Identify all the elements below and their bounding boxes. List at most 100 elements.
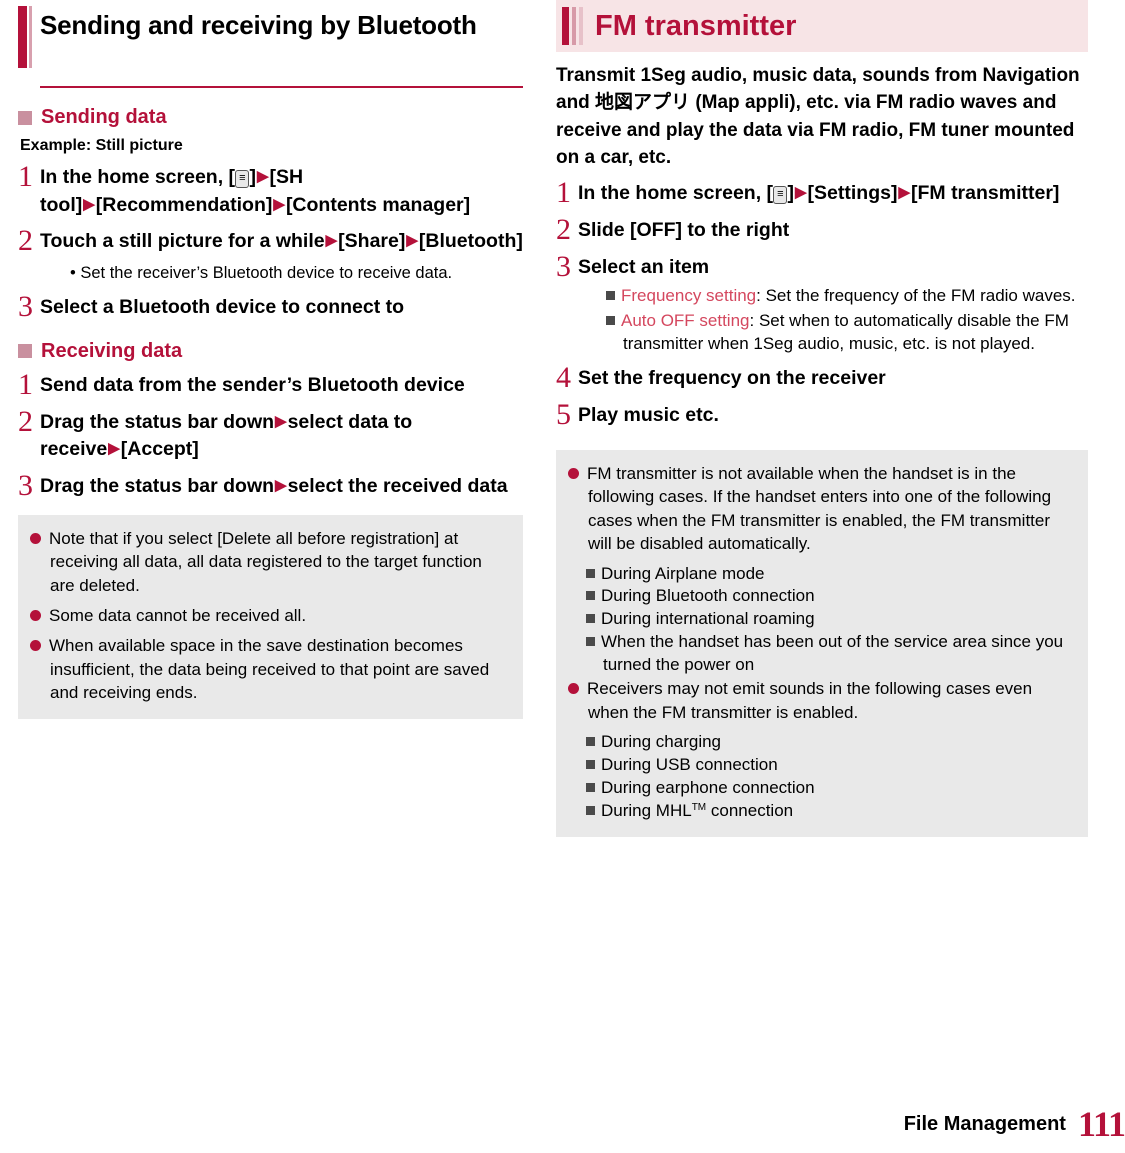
section-marker-icon xyxy=(18,344,32,359)
section-heading-label: Sending data xyxy=(41,106,167,128)
manual-page: Sending and receiving by Bluetooth Sendi… xyxy=(0,0,1125,1153)
arrow-icon: ▶ xyxy=(108,440,120,458)
step-item: 2 Touch a still picture for a while▶[Shar… xyxy=(18,226,523,285)
arrow-icon: ▶ xyxy=(273,195,285,213)
step-item: 3 Select an item Frequency setting: Set th… xyxy=(556,249,1088,357)
note-subitem: During charging xyxy=(586,731,1074,754)
section-heading-sending-data: Sending data xyxy=(18,106,523,129)
bullet-dot-icon xyxy=(568,467,579,479)
step-subitem: Auto OFF setting: Set when to automatica… xyxy=(606,310,1088,356)
subitem-marker-icon xyxy=(586,637,595,647)
chapter-bar-secondary xyxy=(29,6,32,68)
step-text: Slide [OFF] to the right xyxy=(578,219,790,242)
note-subitem: When the handset has been out of the ser… xyxy=(586,631,1074,677)
subitem-marker-icon xyxy=(606,316,615,326)
subitem-marker-icon xyxy=(586,782,595,792)
note-item: Some data cannot be received all. xyxy=(30,604,509,627)
step-item: 1 Send data from the sender’s Bluetooth d… xyxy=(18,367,523,401)
step-text: Drag the status bar down▶select data to … xyxy=(40,410,413,461)
subitem-marker-icon xyxy=(586,614,595,624)
step-item: 4 Set the frequency on the receiver xyxy=(556,361,1088,395)
step-subitem: Frequency setting: Set the frequency of … xyxy=(606,285,1088,308)
step-number: 3 xyxy=(556,249,571,283)
page-number: 111 xyxy=(1077,1104,1125,1144)
step-text: Touch a still picture for a while▶[Share… xyxy=(40,230,523,253)
step-item: 3 Select a Bluetooth device to connect to xyxy=(18,290,523,324)
banner-title: FM transmitter xyxy=(595,9,797,42)
arrow-icon: ▶ xyxy=(256,168,269,185)
subitem-marker-icon xyxy=(586,568,595,578)
section-marker-icon xyxy=(18,110,32,125)
note-subitem: During Airplane mode xyxy=(586,563,1074,586)
subitem-term: Frequency setting xyxy=(621,285,757,305)
step-text: Select a Bluetooth device to connect to xyxy=(40,296,405,319)
note-subitem: During international roaming xyxy=(586,608,1074,631)
step-text: Send data from the sender’s Bluetooth de… xyxy=(40,373,465,396)
step-number: 1 xyxy=(18,367,33,401)
step-text: Drag the status bar down▶select the rece… xyxy=(40,474,508,497)
banner-bar-1 xyxy=(562,7,569,45)
notes-box-right: FM transmitter is not available when the… xyxy=(556,449,1088,837)
arrow-icon: ▶ xyxy=(83,195,95,213)
step-number: 1 xyxy=(556,176,571,210)
step-item: 1 In the home screen, [≡]▶[SH tool]▶[Reco… xyxy=(18,160,523,219)
subitem-marker-icon xyxy=(606,290,615,300)
left-column: Sending and receiving by Bluetooth Sendi… xyxy=(18,0,523,719)
step-bullet: • Set the receiver’s Bluetooth device to… xyxy=(70,264,453,283)
note-subitem: During MHLTM connection xyxy=(586,800,1074,823)
arrow-icon: ▶ xyxy=(275,412,287,430)
arrow-icon: ▶ xyxy=(406,232,418,250)
note-item: When available space in the save destina… xyxy=(30,634,509,704)
step-item: 3 Drag the status bar down▶select the rec… xyxy=(18,468,523,502)
note-subitem: During earphone connection xyxy=(586,777,1074,800)
note-subitem: During USB connection xyxy=(586,754,1074,777)
note-item: Receivers may not emit sounds in the fol… xyxy=(568,677,1074,724)
step-number: 5 xyxy=(556,398,571,431)
step-text: In the home screen, [≡]▶[Settings]▶[FM t… xyxy=(578,182,1060,205)
subitem-marker-icon xyxy=(586,805,595,815)
arrow-icon: ▶ xyxy=(898,184,910,202)
banner-bar-2 xyxy=(572,7,576,45)
step-item: 2 Drag the status bar down▶select data to… xyxy=(18,404,523,464)
bullet-dot-icon xyxy=(568,683,579,695)
note-item: FM transmitter is not available when the… xyxy=(568,462,1074,556)
steps-receiving-data: 1 Send data from the sender’s Bluetooth d… xyxy=(18,367,523,502)
step-number: 1 xyxy=(18,160,33,193)
bullet-dot-icon xyxy=(30,640,41,652)
trademark-symbol: TM xyxy=(691,801,707,813)
arrow-icon: ▶ xyxy=(275,476,287,494)
fm-transmitter-intro: Transmit 1Seg audio, music data, sounds … xyxy=(556,65,1080,169)
chapter-title-block: Sending and receiving by Bluetooth xyxy=(18,0,523,80)
subitem-marker-icon xyxy=(586,760,595,770)
menu-key-icon: ≡ xyxy=(235,170,250,188)
step-item: 1 In the home screen, [≡]▶[Settings]▶[FM … xyxy=(556,176,1088,210)
chapter-bar-primary xyxy=(18,6,27,68)
banner-bar-3 xyxy=(579,7,583,45)
section-heading-receiving-data: Receiving data xyxy=(18,340,523,363)
step-item: 5 Play music etc. xyxy=(556,398,1088,431)
right-column: FM transmitter Transmit 1Seg audio, musi… xyxy=(556,0,1088,837)
step-number: 3 xyxy=(18,290,33,324)
step-text: Play music etc. xyxy=(578,404,719,426)
steps-sending-data: 1 In the home screen, [≡]▶[SH tool]▶[Reco… xyxy=(18,160,523,324)
steps-fm-transmitter: 1 In the home screen, [≡]▶[Settings]▶[FM … xyxy=(556,176,1088,431)
subitem-marker-icon xyxy=(586,737,595,747)
subitem-term: Auto OFF setting xyxy=(621,311,750,331)
step-number: 2 xyxy=(18,404,33,438)
footer-section-label: File Management xyxy=(903,1113,1066,1135)
page-title: Sending and receiving by Bluetooth xyxy=(40,10,477,40)
bullet-dot-icon xyxy=(30,609,41,621)
step-number: 4 xyxy=(556,361,571,395)
step-item: 2 Slide [OFF] to the right xyxy=(556,215,1088,245)
section-heading-label: Receiving data xyxy=(41,339,183,362)
note-subitem: During Bluetooth connection xyxy=(586,585,1074,608)
fm-transmitter-banner: FM transmitter xyxy=(556,0,1088,52)
note-item: Note that if you select [Delete all befo… xyxy=(30,527,509,597)
step-text: Set the frequency on the receiver xyxy=(578,367,886,390)
step-number: 3 xyxy=(18,468,33,502)
arrow-icon: ▶ xyxy=(325,232,338,250)
bullet-dot-icon xyxy=(30,532,41,544)
notes-box-left: Note that if you select [Delete all befo… xyxy=(18,514,523,719)
subitem-marker-icon xyxy=(586,591,595,601)
arrow-icon: ▶ xyxy=(794,184,807,202)
